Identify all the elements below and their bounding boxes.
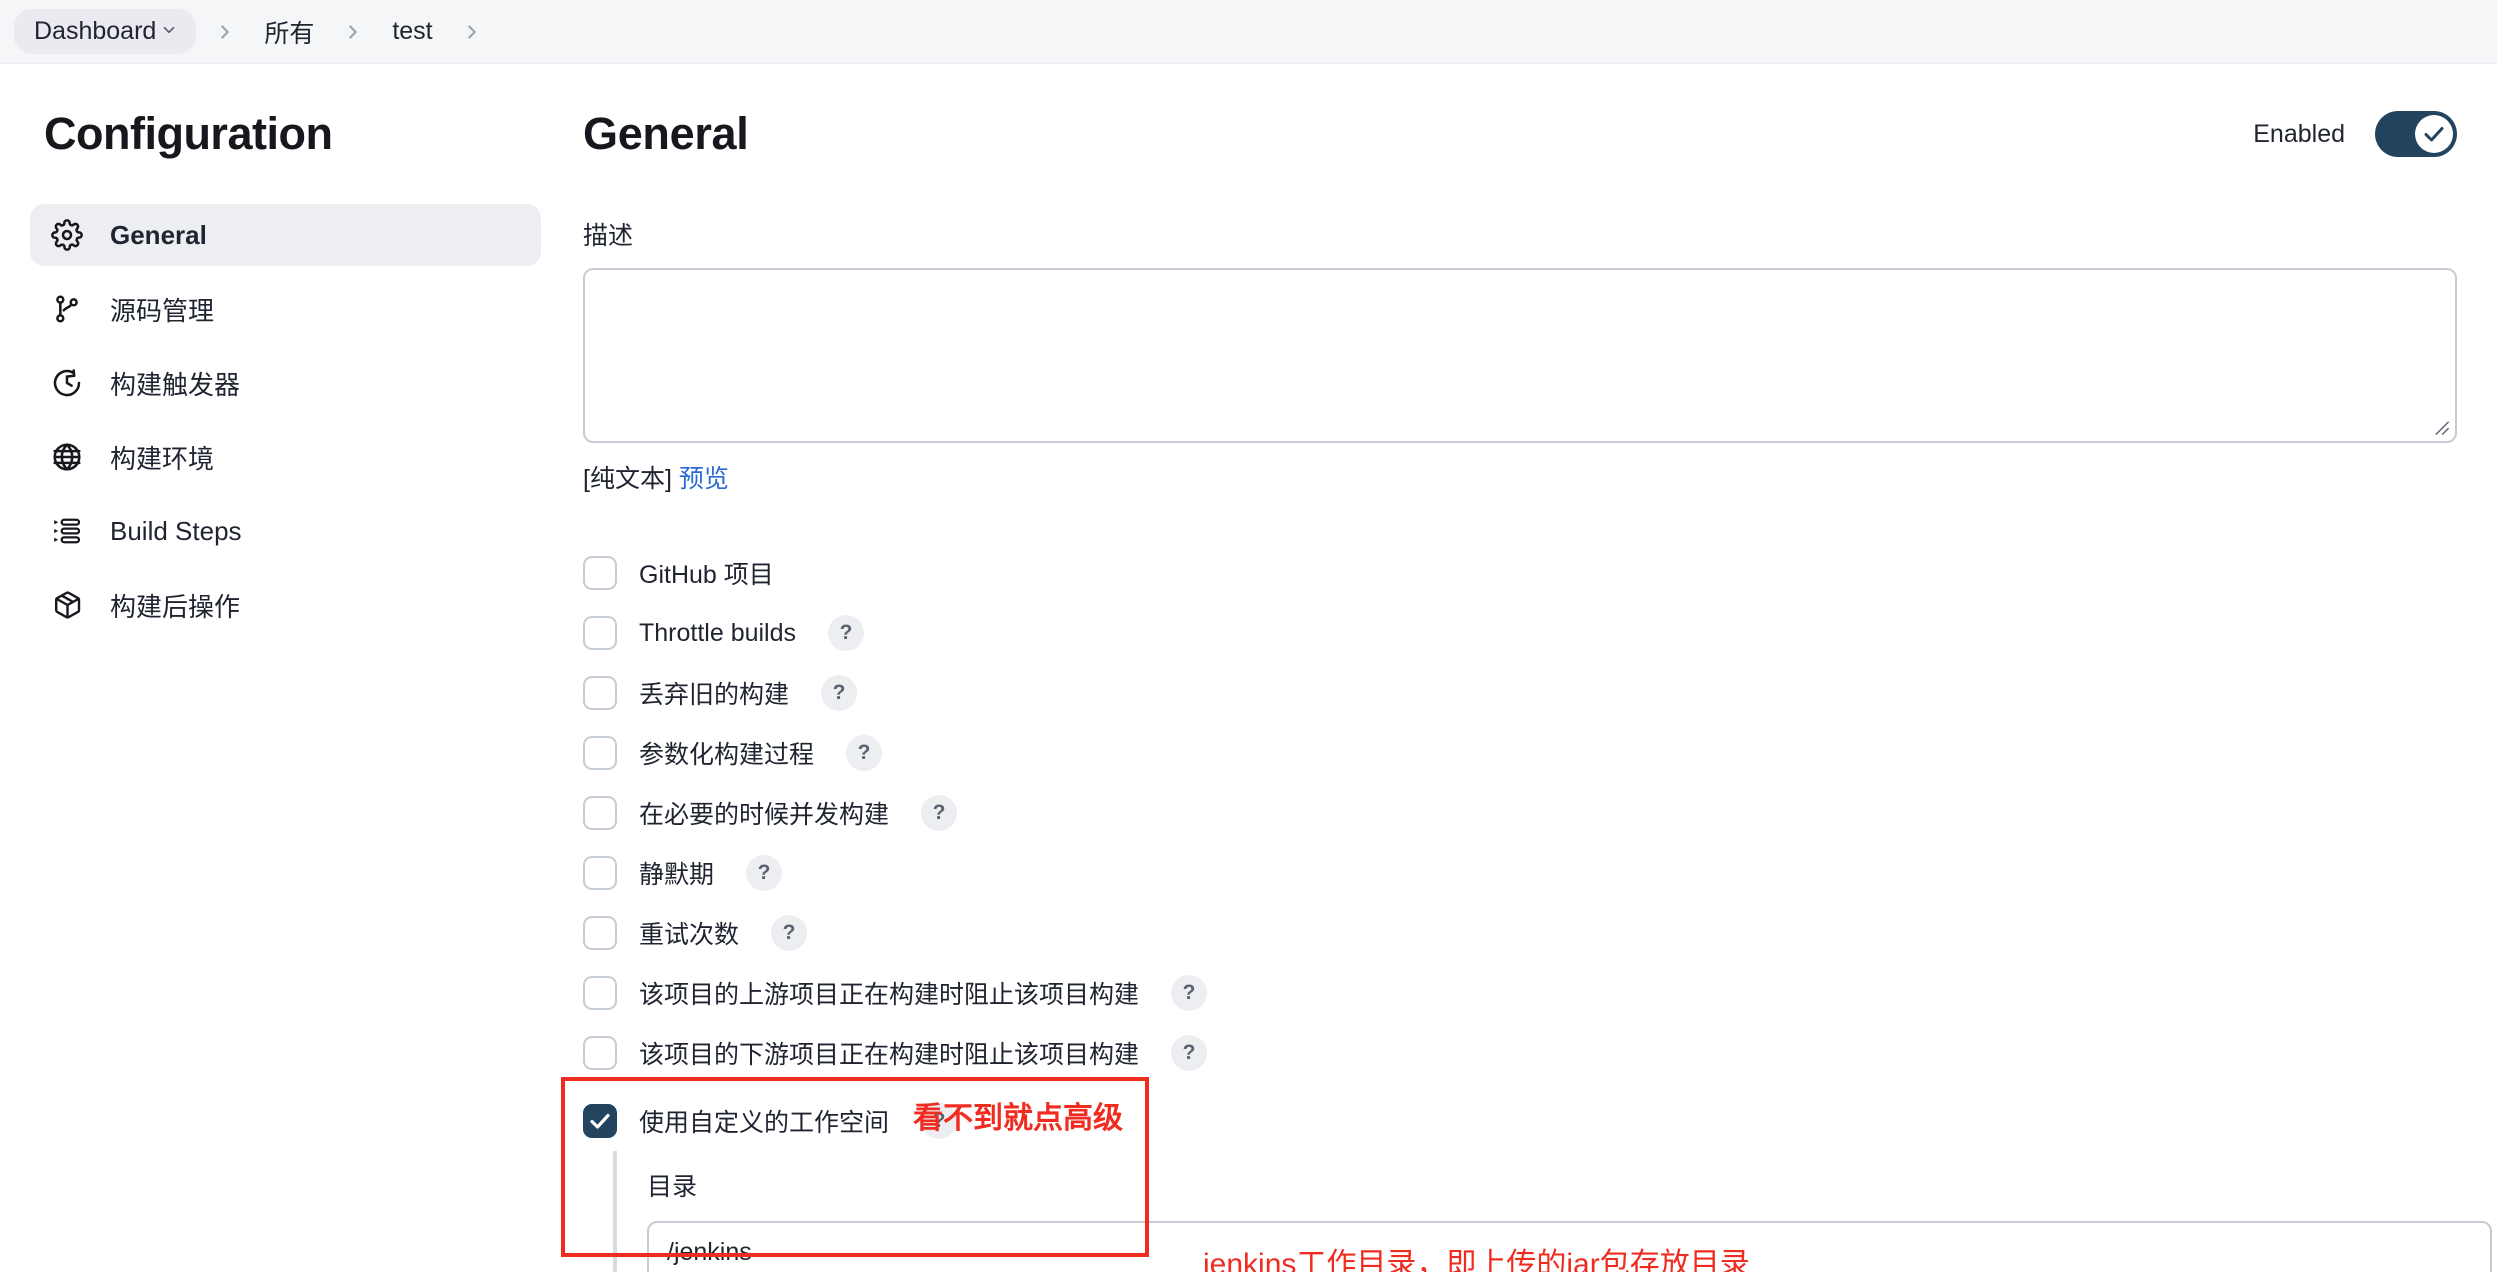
breadcrumb-separator-2	[328, 21, 378, 43]
checkbox-label: 该项目的上游项目正在构建时阻止该项目构建	[639, 981, 1140, 1009]
sidebar-item-label: General	[110, 219, 207, 250]
help-icon[interactable]: ?	[828, 615, 865, 651]
help-icon[interactable]: ?	[746, 855, 783, 891]
source-branch-icon	[50, 292, 84, 326]
annotation-text-advanced: 看不到就点高级	[913, 1102, 1123, 1135]
checkbox-concurrent-builds[interactable]	[583, 796, 617, 830]
checkbox-label: 使用自定义的工作空间	[639, 1109, 890, 1137]
enabled-toggle-group[interactable]: Enabled	[2253, 111, 2457, 157]
enabled-label: Enabled	[2253, 119, 2345, 148]
checkbox-retry-count[interactable]	[583, 916, 617, 950]
sidebar-item-scm[interactable]: 源码管理	[30, 278, 541, 340]
list-steps-icon	[50, 514, 84, 548]
directory-input-value: /jenkins	[667, 1237, 752, 1266]
help-icon[interactable]: ?	[1171, 975, 1208, 1011]
sidebar-item-general[interactable]: General	[30, 204, 541, 266]
help-icon[interactable]: ?	[821, 675, 858, 711]
checkbox-row-retry-count[interactable]: 重试次数 ?	[583, 903, 2497, 963]
preview-row: [纯文本] 预览	[583, 459, 2497, 495]
checkbox-parameterized-build[interactable]	[583, 736, 617, 770]
checkbox-row-custom-workspace[interactable]: 使用自定义的工作空间 ? 看不到就点高级	[583, 1091, 2497, 1151]
options-checkbox-list: GitHub 项目 Throttle builds ? 丢弃旧的构建 ? 参数化…	[561, 543, 2497, 1272]
checkbox-quiet-period[interactable]	[583, 856, 617, 890]
help-icon[interactable]: ?	[771, 915, 808, 951]
resize-handle-icon[interactable]	[2428, 414, 2450, 436]
checkbox-label: 参数化构建过程	[639, 741, 815, 769]
section-title: General	[583, 108, 749, 159]
sidebar-item-label: Build Steps	[110, 515, 242, 546]
description-textarea[interactable]	[583, 268, 2457, 443]
toggle-knob	[2415, 115, 2453, 153]
breadcrumb-separator-3	[447, 21, 497, 43]
breadcrumb-dashboard-label: Dashboard	[34, 17, 157, 45]
preview-link[interactable]: 预览	[679, 465, 729, 493]
checkbox-row-github-project[interactable]: GitHub 项目	[583, 543, 2497, 603]
chevron-down-icon[interactable]	[160, 17, 178, 46]
checkbox-block-upstream[interactable]	[583, 976, 617, 1010]
checkbox-label: 静默期	[639, 861, 715, 889]
plain-text-label: [纯文本]	[583, 465, 672, 493]
checkbox-row-throttle-builds[interactable]: Throttle builds ?	[583, 603, 2497, 663]
sidebar-item-label: 构建触发器	[110, 369, 241, 400]
checkbox-label: 重试次数	[639, 921, 740, 949]
annotation-text-workdir: jenkins工作目录，即上传的jar包存放目录	[1203, 1248, 1750, 1272]
sidebar-item-build-triggers[interactable]: 构建触发器	[30, 352, 541, 414]
custom-workspace-fields: 目录 /jenkins jenkins工作目录，即上传的jar包存放目录	[613, 1151, 2497, 1272]
directory-label: 目录	[647, 1173, 698, 1201]
checkbox-row-block-downstream[interactable]: 该项目的下游项目正在构建时阻止该项目构建 ?	[583, 1023, 2497, 1083]
breadcrumb-item-all[interactable]: 所有	[254, 14, 324, 50]
checkbox-custom-workspace[interactable]	[583, 1104, 617, 1138]
checkbox-label: Throttle builds	[639, 618, 797, 647]
help-icon[interactable]: ?	[921, 795, 958, 831]
gear-icon	[50, 218, 84, 252]
custom-workspace-block: 使用自定义的工作空间 ? 看不到就点高级 目录 /jenkins jenkins…	[561, 1077, 2497, 1272]
general-config-panel: General Enabled 描述 [纯文本] 预览 GitHub 项目 Th…	[561, 64, 2497, 1272]
section-header: General Enabled	[583, 108, 2497, 160]
sidebar-item-build-steps[interactable]: Build Steps	[30, 500, 541, 562]
check-icon	[2424, 127, 2444, 142]
checkbox-label: 该项目的下游项目正在构建时阻止该项目构建	[639, 1041, 1140, 1069]
checkbox-row-concurrent-builds[interactable]: 在必要的时候并发构建 ?	[583, 783, 2497, 843]
checkbox-row-quiet-period[interactable]: 静默期 ?	[583, 843, 2497, 903]
sidebar-item-post-build-actions[interactable]: 构建后操作	[30, 574, 541, 636]
configuration-sidebar: Configuration General 源码管理 构建触发器 构建环境 Bu…	[0, 64, 583, 1272]
checkbox-row-discard-old-builds[interactable]: 丢弃旧的构建 ?	[583, 663, 2497, 723]
description-label: 描述	[583, 222, 634, 250]
breadcrumb-item-test[interactable]: test	[382, 17, 442, 46]
page-title: Configuration	[44, 108, 333, 159]
sidebar-item-label: 构建后操作	[110, 591, 241, 622]
globe-icon	[50, 440, 84, 474]
help-icon[interactable]: ?	[846, 735, 883, 771]
package-icon	[50, 588, 84, 622]
help-icon[interactable]: ?	[1171, 1035, 1208, 1071]
sidebar-item-build-environment[interactable]: 构建环境	[30, 426, 541, 488]
enabled-switch[interactable]	[2375, 111, 2457, 157]
breadcrumb: Dashboard 所有 test	[0, 0, 2497, 64]
check-icon	[590, 1113, 610, 1129]
sidebar-item-label: 构建环境	[110, 443, 215, 474]
breadcrumb-separator-1	[200, 21, 250, 43]
checkbox-block-downstream[interactable]	[583, 1036, 617, 1070]
checkbox-discard-old-builds[interactable]	[583, 676, 617, 710]
breadcrumb-item-dashboard[interactable]: Dashboard	[14, 9, 197, 54]
checkbox-row-block-upstream[interactable]: 该项目的上游项目正在构建时阻止该项目构建 ?	[583, 963, 2497, 1023]
checkbox-label: 丢弃旧的构建	[639, 681, 790, 709]
clock-icon	[50, 366, 84, 400]
checkbox-throttle-builds[interactable]	[583, 616, 617, 650]
checkbox-row-parameterized-build[interactable]: 参数化构建过程 ?	[583, 723, 2497, 783]
checkbox-label: 在必要的时候并发构建	[639, 801, 890, 829]
sidebar-item-label: 源码管理	[110, 295, 215, 326]
checkbox-github-project[interactable]	[583, 556, 617, 590]
checkbox-label: GitHub 项目	[639, 561, 774, 589]
